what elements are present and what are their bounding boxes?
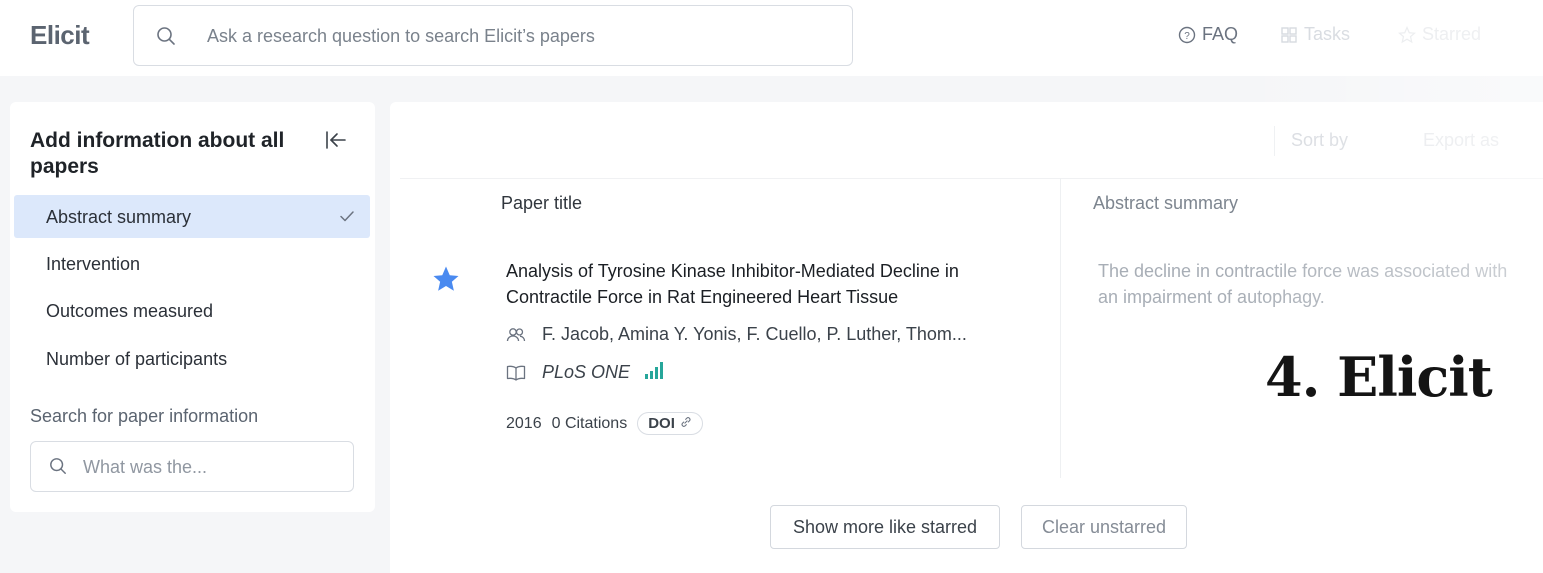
export-as-button[interactable]: Export as [1423,130,1499,151]
doi-link[interactable]: DOI [637,412,703,435]
collapse-sidebar-icon[interactable] [324,128,348,157]
search-icon [49,457,67,480]
sidebar-item-intervention[interactable]: Intervention [14,242,370,285]
sidebar-title: Add information about all papers [30,129,285,178]
star-outline-icon [1398,25,1416,43]
check-icon [338,207,356,230]
paper-info-search-placeholder: What was the... [83,457,208,477]
svg-text:?: ? [1184,31,1190,42]
toolbar-divider [1274,126,1275,156]
sidebar-item-number-of-participants[interactable]: Number of participants [14,337,370,380]
nav-starred[interactable]: Starred [1398,24,1481,45]
abstract-line-1: The decline in contractile force was ass… [1098,261,1508,281]
column-header-paper-title[interactable]: Paper title [501,193,582,214]
paper-info-search-label: Search for paper information [30,406,259,426]
authors-text: F. Jacob, Amina Y. Yonis, F. Cuello, P. … [542,324,967,344]
book-icon [506,364,542,382]
sidebar-item-outcomes-measured[interactable]: Outcomes measured [14,289,370,332]
paper-year: 2016 [506,414,542,432]
starred-icon[interactable] [431,264,461,299]
nav-tasks[interactable]: Tasks [1280,24,1350,45]
abstract-summary-cell: The decline in contractile force was ass… [1098,258,1543,310]
search-placeholder: Ask a research question to search Elicit… [207,26,595,46]
nav-starred-label: Starred [1422,24,1482,44]
sidebar-item-label: Outcomes measured [46,301,214,321]
paper-venue: PLoS ONE [506,360,666,385]
paper-title-link[interactable]: Analysis of Tyrosine Kinase Inhibitor-Me… [506,258,1026,310]
results-panel: Sort by Export as Paper title Abstract s… [390,102,1543,573]
app-logo[interactable]: Elicit [30,20,90,51]
search-icon [156,26,176,51]
sidebar-item-label: Abstract summary [46,207,192,227]
paper-authors: F. Jacob, Amina Y. Yonis, F. Cuello, P. … [506,324,967,345]
nav-tasks-label: Tasks [1304,24,1351,44]
paper-citations[interactable]: 0 Citations [552,415,628,433]
video-overlay-title: 4. Elicit [1265,345,1493,409]
sidebar-item-abstract-summary[interactable]: Abstract summary [14,195,370,238]
nav-faq[interactable]: ? FAQ [1178,24,1238,45]
column-sidebar: Add information about all papers Abstrac… [10,102,375,512]
doi-label: DOI [648,415,675,432]
column-header-abstract-summary[interactable]: Abstract summary [1093,193,1238,214]
help-icon: ? [1178,26,1196,43]
paper-info-search-input[interactable]: What was the... [30,441,354,492]
venue-text: PLoS ONE [542,362,631,382]
abstract-line-2: an impairment of autophagy. [1098,287,1325,307]
top-bar: Elicit Ask a research question to search… [0,0,1543,76]
table-header-divider [400,178,1543,179]
show-more-like-starred-button[interactable]: Show more like starred [770,505,1000,549]
sidebar-item-label: Number of participants [46,349,228,369]
grid-icon [1281,26,1297,43]
sort-by-button[interactable]: Sort by [1291,130,1348,151]
link-icon [680,415,692,432]
main-search-input[interactable]: Ask a research question to search Elicit… [133,5,853,66]
nav-faq-label: FAQ [1202,24,1239,44]
sidebar-item-label: Intervention [46,254,141,274]
authors-icon [506,326,542,344]
paper-stats: 2016 0 Citations DOI [506,412,703,435]
clear-unstarred-button[interactable]: Clear unstarred [1021,505,1187,549]
column-divider [1060,178,1061,478]
signal-bars-icon [644,360,666,385]
